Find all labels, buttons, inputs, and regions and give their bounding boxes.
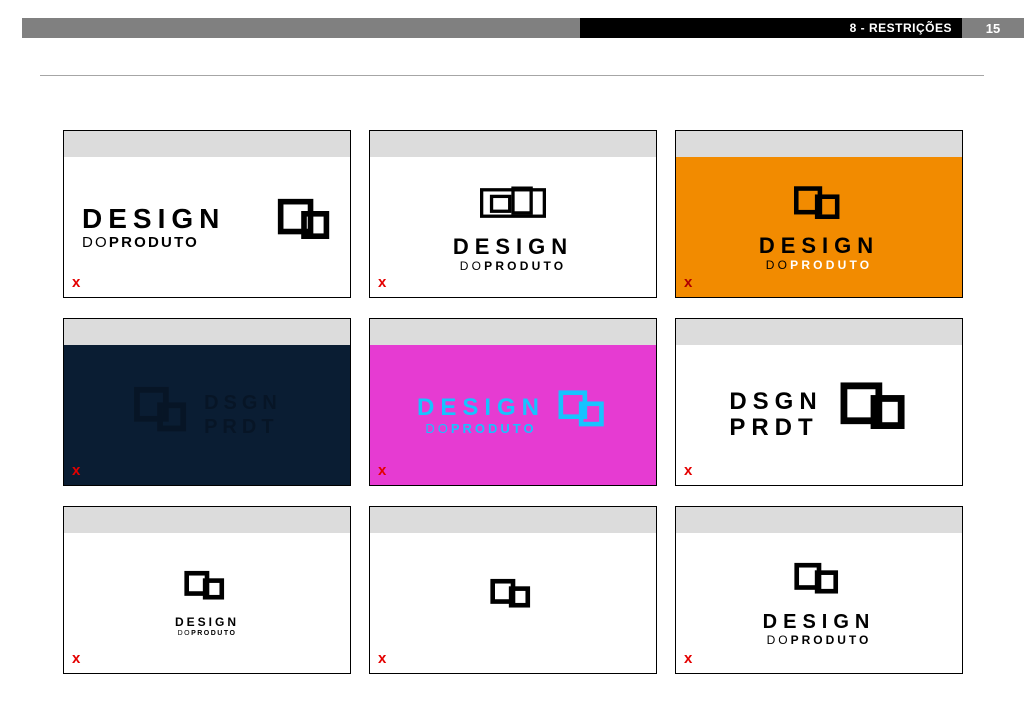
logo-text: DESIGN DOPRODUTO xyxy=(82,205,225,250)
alt-brand-line1: DSGN xyxy=(729,389,822,415)
card-header-strip xyxy=(676,319,962,345)
header-bar: 8 - RESTRIÇÕES 15 xyxy=(22,18,1024,38)
brand-line1: DESIGN xyxy=(82,205,225,233)
alt-brand-line2: PRDT xyxy=(729,415,822,441)
card-body: DESIGN DOPRODUTO xyxy=(370,345,656,485)
alt-brand-line1: DSGN xyxy=(204,391,282,415)
card-body: DESIGN DOPRODUTO xyxy=(370,157,656,297)
brand-line2: DOPRODUTO xyxy=(767,634,872,646)
reject-x-icon: x xyxy=(378,274,386,291)
reject-x-icon: x xyxy=(378,650,386,667)
brand-line1: DESIGN xyxy=(759,235,879,257)
restrictions-grid: DESIGN DOPRODUTO x DESIGN DOPRODUTO x xyxy=(63,130,963,674)
brand-line2: DOPRODUTO xyxy=(82,235,199,250)
alt-brand-text: DSGN PRDT xyxy=(729,389,822,442)
card-header-strip xyxy=(370,131,656,157)
restriction-card-3: DESIGN DOPRODUTO x xyxy=(675,130,963,298)
card-header-strip xyxy=(676,131,962,157)
header-black-segment: 8 - RESTRIÇÕES xyxy=(580,18,962,38)
card-body: DESIGN DOPRODUTO xyxy=(676,157,962,297)
logo-mark-icon xyxy=(793,561,845,606)
reject-x-icon: x xyxy=(72,462,80,479)
card-body: DESIGN DOPRODUTO xyxy=(64,533,350,673)
logo-mark-icon xyxy=(183,569,231,612)
logo-text: DESIGN DOPRODUTO xyxy=(417,396,545,435)
brand-line2: DOPRODUTO xyxy=(178,630,237,637)
brand-line2: DOPRODUTO xyxy=(766,259,873,271)
low-contrast-logo: DSGN PRDT xyxy=(132,386,282,445)
brand-line1: DESIGN xyxy=(763,612,876,632)
reject-x-icon: x xyxy=(72,274,80,291)
page: 8 - RESTRIÇÕES 15 DESIGN DOPRODUTO x xyxy=(0,0,1024,724)
logo-mark-icon xyxy=(489,577,537,620)
page-number: 15 xyxy=(962,18,1024,38)
restriction-card-2: DESIGN DOPRODUTO x xyxy=(369,130,657,298)
reject-x-icon: x xyxy=(684,274,692,291)
brand-line1: DESIGN xyxy=(453,236,573,258)
reject-x-icon: x xyxy=(684,650,692,667)
header-grey-segment xyxy=(22,18,580,38)
brand-line1: DESIGN xyxy=(417,396,545,420)
section-title: 8 - RESTRIÇÕES xyxy=(850,21,952,35)
card-body: DESIGN DOPRODUTO xyxy=(676,533,962,673)
logo-mark-icon xyxy=(557,389,609,442)
restriction-card-5: DESIGN DOPRODUTO x xyxy=(369,318,657,486)
card-body xyxy=(370,533,656,673)
restriction-card-4: DSGN PRDT x xyxy=(63,318,351,486)
restriction-card-1: DESIGN DOPRODUTO x xyxy=(63,130,351,298)
restriction-card-6: DSGN PRDT x xyxy=(675,318,963,486)
card-body: DESIGN DOPRODUTO xyxy=(64,157,350,297)
logo-mark-icon xyxy=(276,197,332,258)
card-header-strip xyxy=(64,507,350,533)
alt-brand-text: DSGN PRDT xyxy=(204,391,282,439)
card-header-strip xyxy=(64,131,350,157)
logo-mark-framed-icon xyxy=(480,183,546,228)
logo-mark-icon xyxy=(839,381,909,450)
reject-x-icon: x xyxy=(72,650,80,667)
alt-brand-line2: PRDT xyxy=(204,415,282,439)
divider-rule xyxy=(40,75,984,76)
reject-x-icon: x xyxy=(684,462,692,479)
restriction-card-7: DESIGN DOPRODUTO x xyxy=(63,506,351,674)
card-header-strip xyxy=(370,507,656,533)
brand-line2: DOPRODUTO xyxy=(425,422,536,435)
brand-line2: DOPRODUTO xyxy=(460,260,567,272)
card-body: DSGN PRDT xyxy=(64,345,350,485)
reject-x-icon: x xyxy=(378,462,386,479)
card-body: DSGN PRDT xyxy=(676,345,962,485)
brand-line1: DESIGN xyxy=(175,616,239,628)
card-header-strip xyxy=(676,507,962,533)
restriction-card-8: x xyxy=(369,506,657,674)
card-header-strip xyxy=(64,319,350,345)
logo-mark-icon xyxy=(791,184,847,229)
restriction-card-9: DESIGN DOPRODUTO x xyxy=(675,506,963,674)
logo-mark-icon xyxy=(132,386,192,445)
card-header-strip xyxy=(370,319,656,345)
